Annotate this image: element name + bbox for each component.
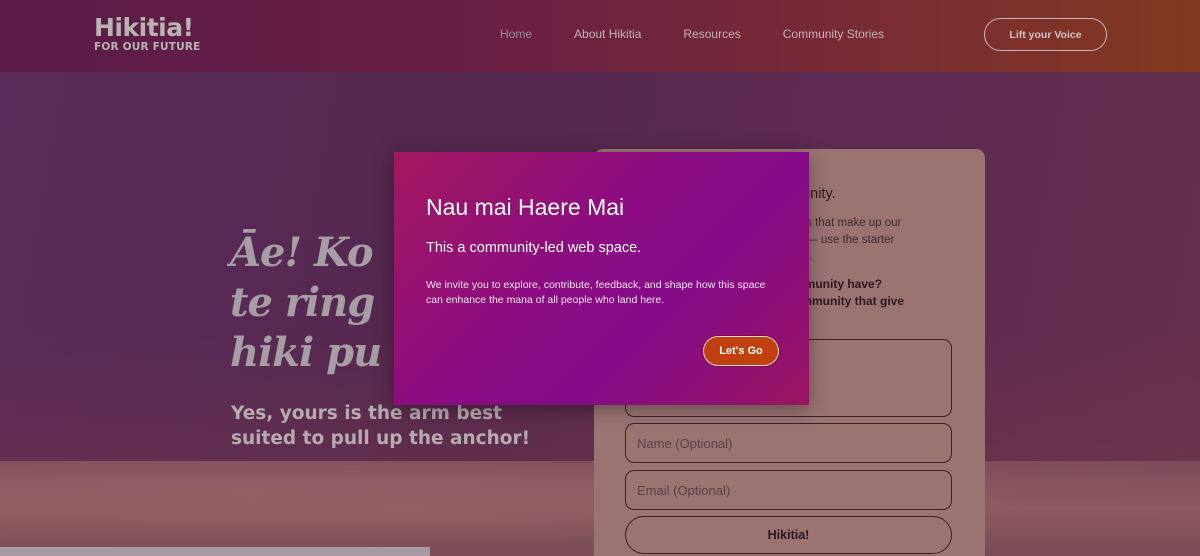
lets-go-button[interactable]: Let's Go — [703, 336, 779, 366]
email-input[interactable]: Email (Optional) — [625, 470, 952, 510]
form-heading: nunity. — [794, 186, 836, 202]
form-intro-line: ties that make up our — [794, 217, 902, 229]
nav-community-stories[interactable]: Community Stories — [783, 27, 884, 41]
modal-title: Nau mai Haere Mai — [426, 194, 625, 220]
modal-subtitle: This a community-led web space. — [426, 240, 642, 256]
form-question: mmunity have? ommunity that give — [794, 276, 984, 310]
form-intro-line: ty — use the starter — [794, 234, 895, 246]
lift-your-voice-button[interactable]: Lift your Voice — [984, 18, 1107, 51]
nav-resources[interactable]: Resources — [683, 27, 740, 41]
site-logo[interactable]: Hikitia! FOR OUR FUTURE — [94, 13, 201, 54]
form-question-line: ommunity that give — [794, 294, 905, 308]
browser-status-bar — [0, 547, 430, 556]
site-header: Hikitia! FOR OUR FUTURE Home About Hikit… — [0, 0, 1200, 72]
nav-about[interactable]: About Hikitia — [574, 27, 641, 41]
hikitia-submit-button[interactable]: Hikitia! — [625, 516, 952, 554]
form-intro: ties that make up our ty — use the start… — [794, 215, 974, 266]
logo-tagline: FOR OUR FUTURE — [94, 41, 201, 53]
main-nav: Home About Hikitia Resources Community S… — [500, 27, 926, 41]
name-input[interactable]: Name (Optional) — [625, 423, 952, 463]
nav-home[interactable]: Home — [500, 27, 532, 41]
form-intro-line: ind. — [794, 249, 974, 266]
modal-body-text: We invite you to explore, contribute, fe… — [426, 279, 766, 306]
welcome-modal: Nau mai Haere Mai This a community-led w… — [394, 152, 809, 405]
hero-subtitle: Yes, yours is the arm best suited to pul… — [231, 403, 531, 449]
logo-name: Hikitia! — [94, 13, 194, 42]
form-question-line: mmunity have? — [794, 277, 883, 291]
